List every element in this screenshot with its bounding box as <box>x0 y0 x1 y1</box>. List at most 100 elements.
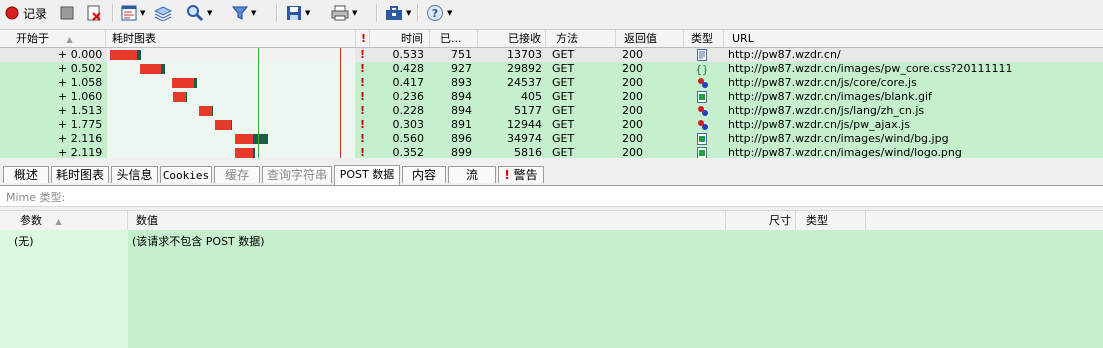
tab-warnings[interactable]: ! 警告 <box>498 166 544 183</box>
column-header-size[interactable]: 尺寸 <box>726 211 796 230</box>
post-param-cell: (无) <box>14 235 34 248</box>
wait-segment <box>214 120 232 130</box>
status-cell: 200 <box>622 62 643 75</box>
toolbox-icon <box>386 6 402 20</box>
column-header-sent[interactable]: 已... <box>430 30 478 47</box>
column-label: 已接收 <box>508 32 541 45</box>
time-cell: 0.228 <box>392 104 425 117</box>
receive-segment <box>252 134 268 144</box>
request-row[interactable]: + 0.000! 0.533 751 13703 GET 200 http://pw87.w… <box>0 48 1103 62</box>
tab-overview[interactable]: 概述 <box>3 166 49 183</box>
column-header-warning[interactable]: ! <box>356 30 370 47</box>
status-cell: 200 <box>622 90 643 103</box>
tab-query-string[interactable]: 查询字符串 <box>262 166 332 183</box>
column-header-status[interactable]: 返回值 <box>616 30 684 47</box>
sent-cell: 751 <box>451 48 472 61</box>
warning-flag: ! <box>360 104 366 117</box>
request-row[interactable]: + 1.060! 0.236 894 405 GET 200 http://pw87.wzd… <box>0 90 1103 104</box>
url-cell: http://pw87.wzdr.cn/ <box>728 48 841 61</box>
chevron-down-icon: ▼ <box>251 9 257 17</box>
request-list[interactable]: + 0.000! 0.533 751 13703 GET 200 http://pw87.w… <box>0 48 1103 158</box>
url-cell: http://pw87.wzdr.cn/images/wind/logo.png <box>728 146 962 158</box>
column-label: 方法 <box>556 32 578 45</box>
method-cell: GET <box>552 132 575 145</box>
receive-segment <box>231 120 233 130</box>
wait-segment <box>235 148 253 158</box>
column-header-type[interactable]: 类型 <box>796 211 866 230</box>
request-row[interactable]: + 0.502! 0.428 927 29892 GET 200 {} http://pw87… <box>0 62 1103 76</box>
timing-bar <box>214 120 233 130</box>
method-cell: GET <box>552 76 575 89</box>
status-cell: 200 <box>622 118 643 131</box>
request-row[interactable]: + 1.513! 0.228 894 5177 GET 200 http://pw87.wz… <box>0 104 1103 118</box>
start-cell: + 1.058 <box>58 76 103 89</box>
layers-icon <box>154 6 172 21</box>
tab-timeline[interactable]: 耗时图表 <box>51 166 109 183</box>
timeline-cell <box>107 62 355 76</box>
tab-label: Cookies <box>162 169 210 182</box>
tab-label: 耗时图表 <box>55 168 104 182</box>
view-menu-button[interactable]: ▼ <box>121 3 145 23</box>
timing-bar <box>235 148 256 158</box>
chevron-down-icon: ▼ <box>352 9 358 17</box>
clear-button[interactable] <box>86 3 102 23</box>
record-button[interactable]: 记录 <box>5 3 47 23</box>
print-button[interactable]: ▼ <box>331 3 357 23</box>
filter-button[interactable]: ▼ <box>232 3 256 23</box>
help-icon: ? <box>427 5 443 21</box>
column-header-received[interactable]: 已接收 <box>478 30 546 47</box>
tab-cookies[interactable]: Cookies <box>160 166 212 183</box>
tab-label: 缓存 <box>224 168 249 182</box>
request-row[interactable]: + 1.775! 0.303 891 12944 GET 200 http://pw87.w… <box>0 118 1103 132</box>
tab-cache[interactable]: 缓存 <box>214 166 260 183</box>
timing-bar <box>172 78 198 88</box>
request-row[interactable]: + 2.116! 0.560 896 34974 GET 200 http://pw87.w… <box>0 132 1103 146</box>
record-icon <box>5 6 19 20</box>
tab-post-data[interactable]: POST 数据 <box>334 165 400 185</box>
clear-icon <box>87 5 101 21</box>
column-label: 返回值 <box>624 32 657 45</box>
warning-flag: ! <box>360 90 366 103</box>
find-button[interactable]: ▼ <box>186 3 212 23</box>
request-row[interactable]: + 2.119! 0.352 899 5816 GET 200 http://pw87.wz… <box>0 146 1103 158</box>
column-header-type[interactable]: 类型 <box>684 30 724 47</box>
receive-segment <box>185 92 187 102</box>
receive-segment <box>136 50 142 60</box>
url-cell: http://pw87.wzdr.cn/images/pw_core.css?2… <box>728 62 1013 75</box>
column-header-value[interactable]: 数值 <box>128 211 726 230</box>
column-header-start[interactable]: 开始于 ▲ <box>0 30 106 47</box>
stop-button[interactable] <box>60 3 74 23</box>
tab-content[interactable]: 内容 <box>402 166 446 183</box>
start-cell: + 2.119 <box>58 146 103 158</box>
wait-segment <box>110 50 137 60</box>
column-header-time[interactable]: 时间 <box>370 30 430 47</box>
chevron-down-icon: ▼ <box>140 9 146 17</box>
column-header-url[interactable]: URL <box>724 30 1103 47</box>
receive-segment <box>252 148 256 158</box>
tab-headers[interactable]: 头信息 <box>111 166 158 183</box>
sent-cell: 893 <box>451 76 472 89</box>
request-row[interactable]: + 1.058! 0.417 893 24537 GET 200 http://pw87.w… <box>0 76 1103 90</box>
url-cell: http://pw87.wzdr.cn/js/core/core.js <box>728 76 917 89</box>
chevron-down-icon: ▼ <box>447 9 453 17</box>
column-header-timeline[interactable]: 耗时图表 <box>106 30 356 47</box>
wait-segment <box>234 134 253 144</box>
page-loaded-marker <box>340 48 341 158</box>
warning-icon: ! <box>504 168 510 182</box>
toolbox-button[interactable]: ▼ <box>385 3 411 23</box>
column-header-param[interactable]: 参数 ▲ <box>0 211 128 230</box>
time-cell: 0.352 <box>392 146 425 158</box>
layers-button[interactable] <box>154 3 172 23</box>
timeline-cell <box>107 132 355 146</box>
save-button[interactable]: ▼ <box>286 3 310 23</box>
mime-type-label: Mime 类型: <box>6 191 66 204</box>
time-cell: 0.533 <box>392 48 425 61</box>
method-cell: GET <box>552 118 575 131</box>
post-value-cell: (该请求不包含 POST 数据) <box>132 235 265 248</box>
column-header-method[interactable]: 方法 <box>546 30 616 47</box>
tab-label: 概述 <box>13 168 38 182</box>
time-cell: 0.303 <box>392 118 425 131</box>
tab-stream[interactable]: 流 <box>448 166 496 183</box>
help-button[interactable]: ? ▼ <box>426 3 452 23</box>
timing-bar <box>139 64 165 74</box>
